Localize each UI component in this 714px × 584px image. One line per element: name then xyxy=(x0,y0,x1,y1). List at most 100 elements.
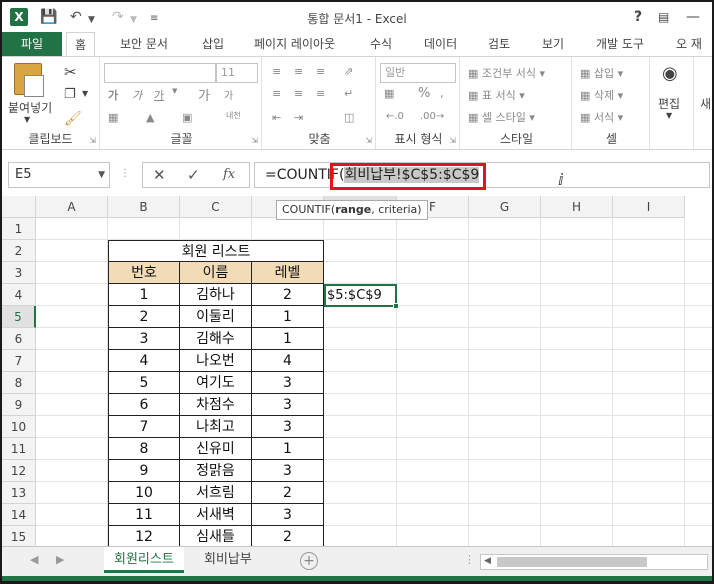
number-format-combo[interactable]: 일반 xyxy=(380,63,456,83)
row-header-12[interactable]: 12 xyxy=(2,460,36,482)
percent-button[interactable]: % xyxy=(418,86,430,101)
table-cell[interactable]: 6 xyxy=(108,394,180,416)
orientation-icon[interactable]: ⇗ xyxy=(344,65,353,78)
binoculars-icon[interactable]: ◉ xyxy=(662,63,678,84)
column-header-h[interactable]: H xyxy=(541,196,613,218)
underline-dropdown-icon[interactable]: ▼ xyxy=(172,87,177,95)
fill-handle[interactable] xyxy=(393,303,399,309)
table-cell[interactable]: 9 xyxy=(108,460,180,482)
column-header-g[interactable]: G xyxy=(469,196,541,218)
table-cell[interactable]: 2 xyxy=(252,284,324,306)
tab-formulas[interactable]: 수식 xyxy=(362,32,400,56)
table-cell[interactable]: 김해수 xyxy=(180,328,252,350)
column-header-i[interactable]: I xyxy=(613,196,685,218)
tab-insert[interactable]: 삽입 xyxy=(194,32,232,56)
increase-indent-icon[interactable]: ⇥ xyxy=(294,111,303,124)
tab-secure-doc[interactable]: 보안 문서 xyxy=(112,32,176,56)
paste-dropdown-icon[interactable]: ▼ xyxy=(24,115,30,124)
tab-data[interactable]: 데이터 xyxy=(416,32,465,56)
table-cell[interactable]: 이둘리 xyxy=(180,306,252,328)
row-header-7[interactable]: 7 xyxy=(2,350,36,372)
table-cell[interactable]: 3 xyxy=(252,460,324,482)
table-cell[interactable]: 1 xyxy=(252,328,324,350)
tab-account[interactable]: 오 재성 xyxy=(668,32,712,75)
wrap-text-icon[interactable]: ↵ xyxy=(344,87,353,100)
format-table-button[interactable]: ▦ 표 서식 ▾ xyxy=(468,87,525,103)
table-cell[interactable]: 3 xyxy=(252,504,324,526)
table-cell[interactable]: 나오번 xyxy=(180,350,252,372)
minimize-icon[interactable]: — xyxy=(686,8,700,26)
alignment-launcher-icon[interactable]: ⇲ xyxy=(365,136,372,145)
more-button[interactable]: 새 xyxy=(700,95,711,112)
align-right-icon[interactable]: ≡ xyxy=(316,87,325,100)
column-header-b[interactable]: B xyxy=(108,196,180,218)
table-cell[interactable]: 5 xyxy=(108,372,180,394)
table-cell[interactable]: 10 xyxy=(108,482,180,504)
delete-cells-button[interactable]: ▦ 삭제 ▾ xyxy=(580,87,623,103)
worksheet-grid[interactable]: ABCDEFGHI 12345678910111213141516 회원 리스트… xyxy=(2,196,712,546)
tab-split-grip-icon[interactable]: ⋮ xyxy=(464,553,475,566)
table-cell[interactable]: 3 xyxy=(252,394,324,416)
editing-dropdown-icon[interactable]: ▼ xyxy=(666,111,672,120)
table-header-cell[interactable]: 이름 xyxy=(180,262,252,284)
bold-button[interactable]: 가 xyxy=(108,87,118,103)
underline-button[interactable]: 가 xyxy=(154,87,164,103)
name-box[interactable]: E5 ▼ xyxy=(8,162,110,188)
comma-icon[interactable]: , xyxy=(440,87,444,100)
paste-button[interactable]: 붙여넣기 xyxy=(8,99,52,116)
row-header-13[interactable]: 13 xyxy=(2,482,36,504)
row-header-10[interactable]: 10 xyxy=(2,416,36,438)
align-left-icon[interactable]: ≡ xyxy=(272,87,281,100)
tab-page-layout[interactable]: 페이지 레이아웃 xyxy=(246,32,343,56)
font-color-icon[interactable]: ▣ xyxy=(182,111,192,124)
horizontal-scrollbar[interactable]: ◀ xyxy=(480,554,708,570)
cut-icon[interactable]: ✂ xyxy=(64,63,77,81)
table-cell[interactable]: 나최고 xyxy=(180,416,252,438)
help-icon[interactable]: ? xyxy=(634,8,642,26)
row-header-1[interactable]: 1 xyxy=(2,218,36,240)
decrease-decimal-icon[interactable]: .00→ xyxy=(420,111,444,122)
table-cell[interactable]: 3 xyxy=(108,328,180,350)
clipboard-launcher-icon[interactable]: ⇲ xyxy=(89,136,96,145)
enter-icon[interactable]: ✓ xyxy=(187,166,200,184)
tab-file[interactable]: 파일 xyxy=(2,32,62,56)
tab-developer[interactable]: 개발 도구 xyxy=(588,32,652,56)
increase-decimal-icon[interactable]: ←.0 xyxy=(386,111,404,122)
insert-cells-button[interactable]: ▦ 삽입 ▾ xyxy=(580,65,623,81)
select-all-corner[interactable] xyxy=(2,196,36,218)
italic-button[interactable]: 가 xyxy=(132,87,142,103)
scroll-left-icon[interactable]: ◀ xyxy=(484,556,491,566)
row-header-6[interactable]: 6 xyxy=(2,328,36,350)
number-launcher-icon[interactable]: ⇲ xyxy=(449,136,456,145)
shrink-font-button[interactable]: 가 xyxy=(224,87,233,102)
table-title[interactable]: 회원 리스트 xyxy=(108,240,324,262)
add-sheet-button[interactable]: + xyxy=(300,552,318,570)
table-cell[interactable]: 1 xyxy=(252,306,324,328)
cancel-icon[interactable]: ✕ xyxy=(153,166,166,184)
name-box-dropdown-icon[interactable]: ▼ xyxy=(98,163,105,187)
currency-icon[interactable]: ▦ xyxy=(384,87,394,100)
fill-color-icon[interactable]: ▲ xyxy=(146,111,154,124)
copy-icon[interactable]: ❐ xyxy=(64,87,76,102)
row-header-14[interactable]: 14 xyxy=(2,504,36,526)
ribbon-options-icon[interactable]: ▤ xyxy=(658,8,669,26)
table-cell[interactable]: 4 xyxy=(252,350,324,372)
table-cell[interactable]: 1 xyxy=(252,438,324,460)
merge-center-icon[interactable]: ◫ xyxy=(344,111,354,124)
table-cell[interactable]: 2 xyxy=(252,482,324,504)
row-header-3[interactable]: 3 xyxy=(2,262,36,284)
table-cell[interactable]: 8 xyxy=(108,438,180,460)
table-cell[interactable]: 12 xyxy=(108,526,180,546)
table-cell[interactable]: 1 xyxy=(108,284,180,306)
row-header-9[interactable]: 9 xyxy=(2,394,36,416)
row-header-15[interactable]: 15 xyxy=(2,526,36,546)
align-bottom-icon[interactable]: ≡ xyxy=(316,65,325,78)
tab-review[interactable]: 검토 xyxy=(480,32,518,56)
phonetic-button[interactable]: 내천 xyxy=(226,111,241,120)
align-center-icon[interactable]: ≡ xyxy=(294,87,303,100)
format-painter-icon[interactable]: 🖌 xyxy=(64,111,82,127)
font-launcher-icon[interactable]: ⇲ xyxy=(251,136,258,145)
column-header-c[interactable]: C xyxy=(180,196,252,218)
table-cell[interactable]: 2 xyxy=(108,306,180,328)
table-cell[interactable]: 여기도 xyxy=(180,372,252,394)
